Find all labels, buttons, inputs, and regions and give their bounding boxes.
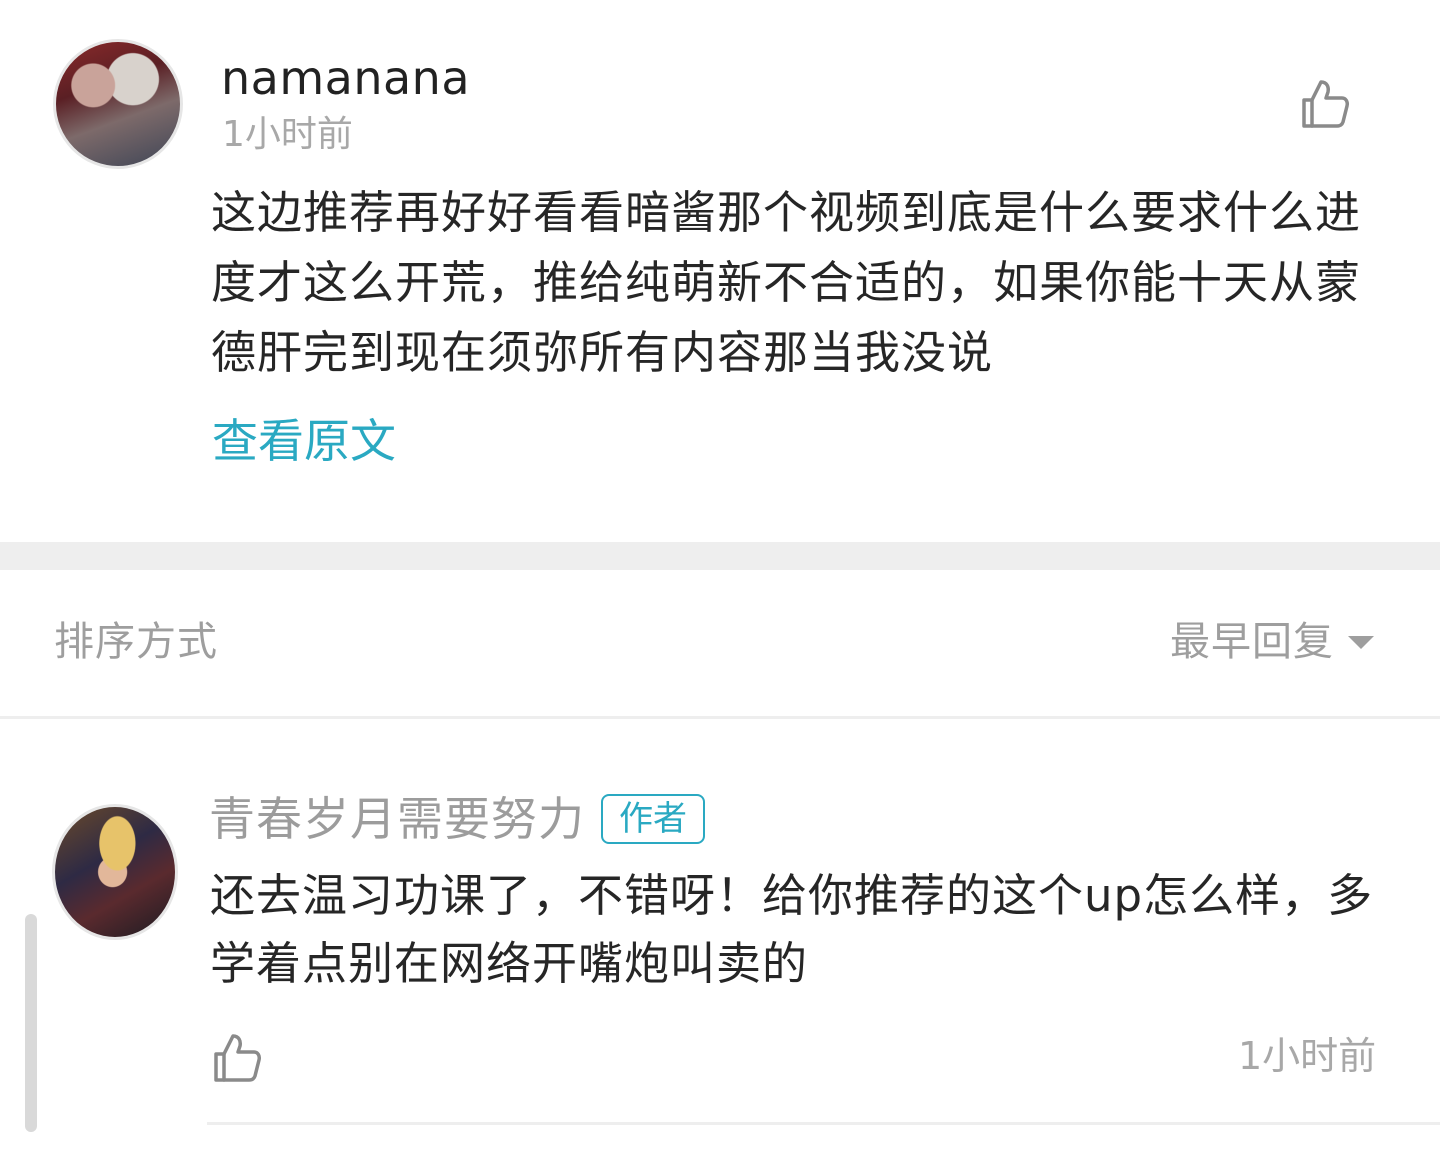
view-original-link[interactable]: 查看原文 [212, 410, 396, 472]
reply-header: 青春岁月需要努力 作者 [209, 788, 705, 850]
reply-username[interactable]: 青春岁月需要努力 [209, 788, 585, 850]
reply-timestamp: 1小时前 [1238, 1034, 1377, 1078]
comment-username[interactable]: namanana [221, 48, 470, 108]
thumbs-up-icon[interactable] [208, 1030, 264, 1086]
sort-selected-value: 最早回复 [1170, 619, 1334, 665]
thumbs-up-icon[interactable] [1296, 76, 1352, 132]
divider [207, 1122, 1440, 1125]
caret-down-icon [1348, 636, 1374, 649]
author-badge: 作者 [601, 794, 705, 844]
author-avatar[interactable] [52, 804, 178, 940]
comment-timestamp: 1小时前 [222, 114, 353, 155]
scrollbar[interactable] [25, 914, 37, 1132]
comment-text: 这边推荐再好好看看暗酱那个视频到底是什么要求什么进度才这么开荒，推给纯萌新不合适… [211, 186, 1362, 379]
sort-dropdown[interactable]: 最早回复 [1170, 616, 1376, 668]
section-divider [0, 542, 1440, 570]
divider [0, 716, 1440, 719]
reply-text: 还去温习功课了，不错呀！给你推荐的这个up怎么样，多学着点别在网络开嘴炮叫卖的 [210, 869, 1374, 990]
sort-label: 排序方式 [54, 619, 218, 665]
user-avatar[interactable] [53, 39, 183, 169]
